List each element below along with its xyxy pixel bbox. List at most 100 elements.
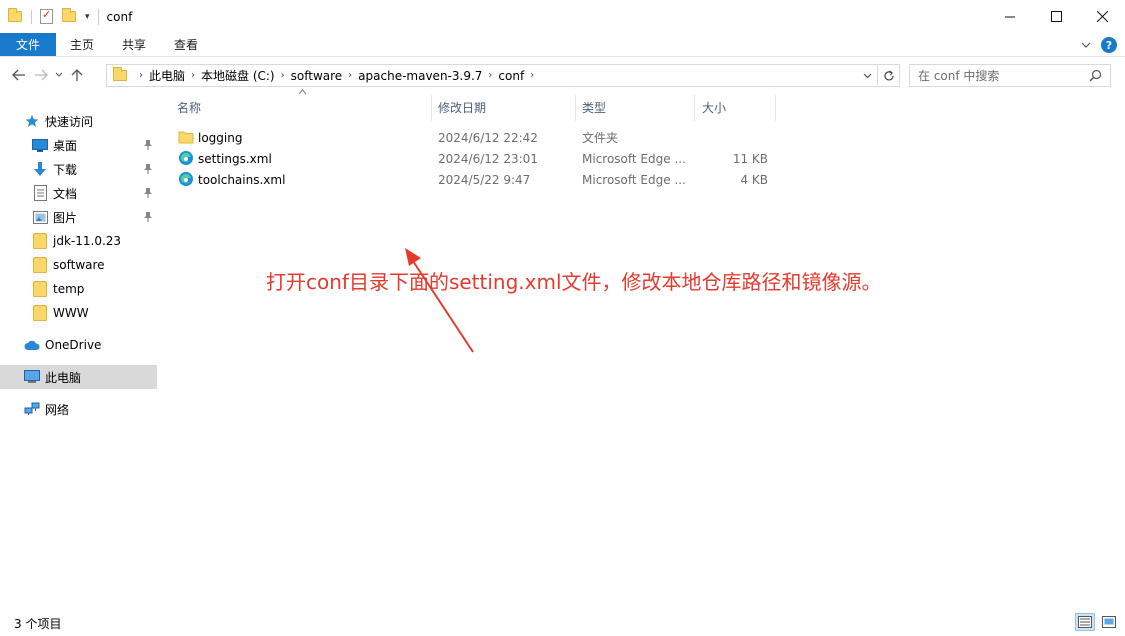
column-header-type[interactable]: 类型 xyxy=(582,95,606,119)
column-headers: 名称 修改日期 类型 大小 xyxy=(157,89,777,121)
chevron-right-icon[interactable]: › xyxy=(348,70,352,81)
navigation-pane: 快速访问 桌面 下载 文档 图片 jdk-11.0.23 software te… xyxy=(0,105,157,605)
sidebar-item-temp[interactable]: temp xyxy=(0,277,157,301)
address-bar[interactable]: › 此电脑 › 本地磁盘 (C:) › software › apache-ma… xyxy=(106,64,900,87)
edge-icon xyxy=(179,151,193,165)
address-history-dropdown[interactable] xyxy=(859,65,875,86)
chevron-right-icon[interactable]: › xyxy=(191,70,195,81)
sidebar-item-desktop[interactable]: 桌面 xyxy=(0,133,157,157)
search-input[interactable]: 在 conf 中搜索 xyxy=(909,64,1111,87)
tab-view[interactable]: 查看 xyxy=(160,33,212,56)
pin-icon[interactable] xyxy=(143,187,153,199)
folder-icon xyxy=(32,257,48,273)
breadcrumb-local-disk[interactable]: 本地磁盘 (C:) xyxy=(201,67,275,84)
window-title: conf xyxy=(106,9,133,24)
breadcrumb-software[interactable]: software xyxy=(291,69,343,83)
status-bar: 3 个项目 xyxy=(0,610,1125,636)
arrow-right-icon xyxy=(35,69,48,81)
breadcrumb-maven[interactable]: apache-maven-3.9.7 xyxy=(358,69,482,83)
view-switcher xyxy=(1075,613,1119,631)
sidebar-item-downloads[interactable]: 下载 xyxy=(0,157,157,181)
column-header-date[interactable]: 修改日期 xyxy=(438,95,486,119)
customize-toolbar-icon[interactable]: ▾ xyxy=(85,12,90,22)
tab-share[interactable]: 共享 xyxy=(108,33,160,56)
sidebar-item-onedrive[interactable]: OneDrive xyxy=(0,333,157,357)
chevron-right-icon[interactable]: › xyxy=(281,70,285,81)
file-date: 2024/5/22 9:47 xyxy=(438,172,531,187)
sidebar-item-label: 下载 xyxy=(53,162,78,177)
pin-icon[interactable] xyxy=(143,211,153,223)
sidebar-item-label: 图片 xyxy=(53,210,78,225)
sidebar-item-quick-access[interactable]: 快速访问 xyxy=(0,109,157,133)
search-placeholder: 在 conf 中搜索 xyxy=(918,69,1000,83)
sidebar-item-label: 文档 xyxy=(53,186,78,201)
chevron-down-icon xyxy=(863,73,871,78)
large-icons-view-button[interactable] xyxy=(1099,613,1119,631)
sidebar-item-label: 网络 xyxy=(45,402,70,417)
file-type: Microsoft Edge ... xyxy=(582,172,686,187)
close-button[interactable] xyxy=(1079,0,1125,32)
details-view-button[interactable] xyxy=(1075,613,1095,631)
chevron-right-icon[interactable]: › xyxy=(488,70,492,81)
maximize-button[interactable] xyxy=(1033,0,1079,32)
breadcrumb-conf[interactable]: conf xyxy=(498,69,524,83)
sidebar-item-pictures[interactable]: 图片 xyxy=(0,205,157,229)
pin-icon[interactable] xyxy=(143,139,153,151)
column-divider[interactable] xyxy=(575,95,576,121)
refresh-icon xyxy=(883,70,894,80)
chevron-right-icon[interactable]: › xyxy=(139,70,143,81)
back-button[interactable] xyxy=(8,64,30,86)
refresh-button[interactable] xyxy=(877,65,899,86)
sidebar-item-label: WWW xyxy=(53,306,89,320)
document-icon xyxy=(32,185,48,201)
chevron-right-icon[interactable]: › xyxy=(530,70,534,81)
minimize-icon xyxy=(1004,16,1015,17)
title-bar: ▾ conf xyxy=(0,0,1125,33)
column-divider[interactable] xyxy=(775,95,776,121)
folder-icon xyxy=(113,67,127,81)
sidebar-item-this-pc[interactable]: 此电脑 xyxy=(0,365,157,389)
chevron-down-icon xyxy=(55,72,63,77)
sidebar-item-www[interactable]: WWW xyxy=(0,301,157,325)
file-date: 2024/6/12 23:01 xyxy=(438,151,538,166)
divider xyxy=(31,9,32,24)
file-size: 11 KB xyxy=(732,151,768,166)
sidebar-item-documents[interactable]: 文档 xyxy=(0,181,157,205)
picture-icon xyxy=(32,209,48,225)
details-view-icon xyxy=(1078,616,1092,628)
pin-icon[interactable] xyxy=(143,163,153,175)
recent-locations-button[interactable] xyxy=(52,64,66,86)
sidebar-item-label: 此电脑 xyxy=(45,370,82,385)
ribbon-right: ? xyxy=(1081,33,1117,57)
window-controls xyxy=(987,0,1125,32)
column-divider[interactable] xyxy=(431,95,432,121)
expand-ribbon-icon[interactable] xyxy=(1081,41,1091,49)
folder-icon xyxy=(32,281,48,297)
computer-icon xyxy=(24,369,40,385)
sidebar-item-label: temp xyxy=(53,282,85,296)
table-row[interactable]: toolchains.xml 2024/5/22 9:47 Microsoft … xyxy=(174,169,774,190)
table-row[interactable]: logging 2024/6/12 22:42 文件夹 xyxy=(174,127,774,148)
column-header-size[interactable]: 大小 xyxy=(702,95,726,119)
sidebar-item-network[interactable]: 网络 xyxy=(0,397,157,421)
search-icon[interactable] xyxy=(1089,69,1102,82)
up-button[interactable] xyxy=(66,64,88,86)
forward-button[interactable] xyxy=(30,64,52,86)
tab-file[interactable]: 文件 xyxy=(0,33,57,56)
minimize-button[interactable] xyxy=(987,0,1033,32)
file-list: 名称 修改日期 类型 大小 logging 2024/6/12 22:42 文件… xyxy=(157,89,1125,610)
sidebar-item-label: OneDrive xyxy=(45,338,102,352)
sidebar-item-software[interactable]: software xyxy=(0,253,157,277)
help-icon[interactable]: ? xyxy=(1101,37,1117,53)
star-icon xyxy=(24,113,40,129)
new-folder-icon[interactable] xyxy=(62,8,76,22)
column-header-name[interactable]: 名称 xyxy=(177,95,201,119)
breadcrumb-this-pc[interactable]: 此电脑 xyxy=(149,67,185,84)
close-icon xyxy=(1096,10,1108,22)
column-divider[interactable] xyxy=(694,95,695,121)
table-row[interactable]: settings.xml 2024/6/12 23:01 Microsoft E… xyxy=(174,148,774,169)
sidebar-item-jdk[interactable]: jdk-11.0.23 xyxy=(0,229,157,253)
tab-home[interactable]: 主页 xyxy=(56,33,108,56)
navigation-bar: › 此电脑 › 本地磁盘 (C:) › software › apache-ma… xyxy=(0,60,1125,90)
properties-icon[interactable] xyxy=(40,8,53,24)
